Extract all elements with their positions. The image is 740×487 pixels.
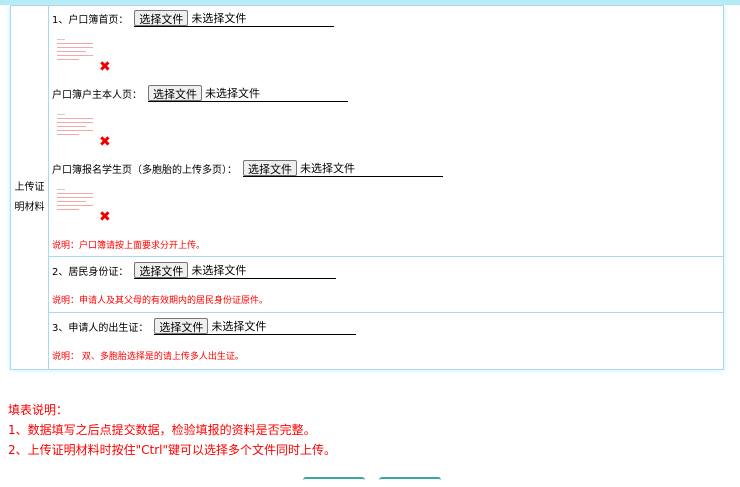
household-register-row: 1、户口簿首页： 选择文件 未选择文件 ✖ 户口簿户主本人页： 选择文件 未选择文件… [49,6,723,257]
upload-line: 户口簿报名学生页（多胞胎的上传多页）： 选择文件 未选择文件 [52,160,443,177]
note: 说明：申请人及其父母的有效期内的居民身份证原件。 [52,296,269,306]
choose-file-button[interactable]: 选择文件 [154,318,209,334]
close-icon[interactable]: ✖ [99,60,111,74]
instructions: 填表说明： 1、数据填写之后点提交数据，检验填报的资料是否完整。 2、上传证明材… [8,400,336,460]
upload-label: 2、居民身份证： [52,267,129,278]
note: 说明： 双、多胞胎选择是的请上传多人出生证。 [52,352,244,362]
choose-file-button[interactable]: 选择文件 [243,160,297,176]
upload-line: 户口簿户主本人页： 选择文件 未选择文件 [52,85,348,102]
upload-label: 户口簿报名学生页（多胞胎的上传多页）： [52,165,237,176]
id-card-row: 2、居民身份证： 选择文件 未选择文件 说明：申请人及其父母的有效期内的居民身份证… [49,257,723,313]
submit-button[interactable] [303,477,365,487]
thumbnail-image [57,186,93,218]
choose-file-button[interactable]: 选择文件 [134,10,189,26]
thumbnail-image [57,111,93,143]
upload-line: 1、户口簿首页： 选择文件 未选择文件 [52,10,335,27]
upload-label: 3、申请人的出生证： [52,323,149,334]
choose-file-button[interactable]: 选择文件 [134,262,189,278]
note: 说明：户口簿请按上面要求分开上传。 [52,241,206,251]
file-input[interactable]: 选择文件 未选择文件 [134,262,337,279]
upload-line: 2、居民身份证： 选择文件 未选择文件 [52,262,337,279]
file-status: 未选择文件 [300,162,355,175]
choose-file-button[interactable]: 选择文件 [148,85,202,101]
thumbnail-image [57,36,93,68]
file-input[interactable]: 选择文件 未选择文件 [154,318,357,335]
file-status: 未选择文件 [191,264,247,277]
upload-line: 3、申请人的出生证： 选择文件 未选择文件 [52,318,357,335]
secondary-button[interactable] [379,477,441,487]
file-status: 未选择文件 [191,12,247,25]
upload-label: 户口簿户主本人页： [52,90,142,101]
close-icon[interactable]: ✖ [99,210,111,224]
file-status: 未选择文件 [211,320,267,333]
instruction-item: 2、上传证明材料时按住"Ctrl"键可以选择多个文件同时上传。 [8,443,337,457]
instructions-title: 填表说明： [8,403,69,417]
file-input[interactable]: 选择文件 未选择文件 [243,160,443,177]
upload-label: 1、户口簿首页： [52,15,129,26]
file-input[interactable]: 选择文件 未选择文件 [134,10,335,27]
birth-certificate-row: 3、申请人的出生证： 选择文件 未选择文件 说明： 双、多胞胎选择是的请上传多人出… [49,313,723,369]
file-status: 未选择文件 [205,87,260,100]
instruction-item: 1、数据填写之后点提交数据，检验填报的资料是否完整。 [8,423,316,437]
close-icon[interactable]: ✖ [99,135,111,149]
section-label: 上传证明材料 [11,6,49,369]
upload-table: 上传证明材料 1、户口簿首页： 选择文件 未选择文件 ✖ 户口簿户主本人页： 选择… [10,5,724,370]
file-input[interactable]: 选择文件 未选择文件 [148,85,348,102]
